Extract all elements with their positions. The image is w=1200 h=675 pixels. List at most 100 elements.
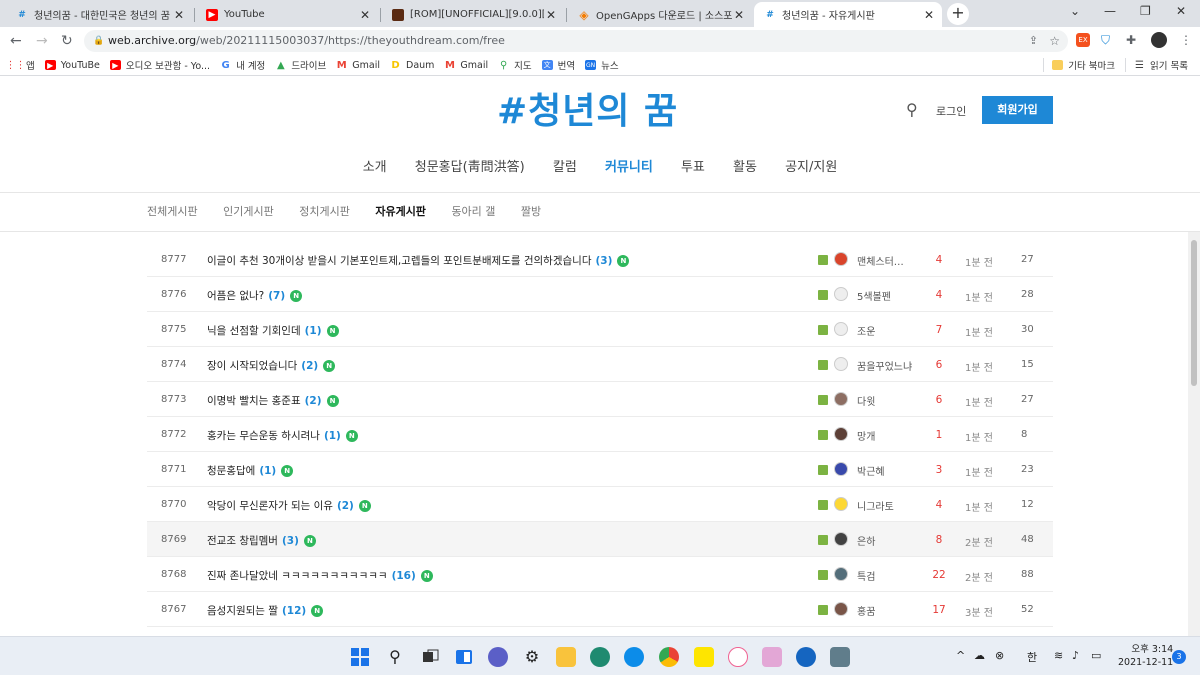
shield-icon[interactable]: ⛉ [1101, 33, 1110, 48]
app-arrow-icon[interactable] [796, 647, 816, 667]
star-icon[interactable]: ☆ [1049, 30, 1060, 52]
author-nickname[interactable]: 조운 [857, 323, 919, 338]
author-nickname[interactable]: 박근혜 [857, 463, 919, 478]
chevron-up-icon[interactable]: ^ [956, 649, 965, 662]
edge-icon[interactable] [624, 647, 644, 667]
post-title[interactable]: 닉을 선점할 기회인데 [207, 325, 301, 337]
site-logo[interactable]: #청년의 꿈 [497, 82, 678, 134]
table-row[interactable]: 8767 음성지원되는 짤 (12) N 홍꿈 17 3분 전 52 [147, 592, 1053, 627]
address-bar[interactable]: 🔒 web.archive.org/web/20211115003037/htt… [84, 30, 1068, 52]
post-title[interactable]: 장이 시작되었습니다 [207, 360, 297, 372]
bookmark-audio-library[interactable]: ▶ 오디오 보관함 - Yo... [109, 58, 210, 72]
nav-item-vote[interactable]: 투표 [681, 156, 705, 175]
close-icon[interactable]: ✕ [922, 8, 936, 22]
author-nickname[interactable]: 은하 [857, 533, 919, 548]
start-icon[interactable] [350, 647, 370, 667]
author-nickname[interactable]: 꿈을꾸었느냐 [857, 358, 919, 373]
wifi-icon[interactable]: ≋ [1054, 649, 1063, 662]
tab-all-boards[interactable]: 전체게시판 [147, 205, 198, 218]
settings-icon[interactable]: ⚙ [522, 647, 542, 667]
post-title-link[interactable]: 홍카는 무슨운동 하시려나 (1) N [207, 428, 358, 443]
post-title[interactable]: 홍카는 무슨운동 하시려나 [207, 430, 320, 442]
comment-count[interactable]: (2) [337, 500, 354, 512]
back-icon[interactable]: ← [10, 33, 22, 49]
post-title[interactable]: 이명박 빨치는 홍준표 [207, 395, 301, 407]
tab-politics-board[interactable]: 정치게시판 [299, 205, 350, 218]
table-row[interactable]: 8777 이글이 추천 30개이상 받을시 기본포인트제,고렙들의 포인트분배제도… [147, 242, 1053, 277]
close-icon[interactable]: ✕ [544, 8, 558, 22]
comment-count[interactable]: (2) [305, 395, 322, 407]
comment-count[interactable]: (12) [282, 605, 306, 617]
post-title-link[interactable]: 전교조 창립멤버 (3) N [207, 533, 316, 548]
nav-item-qa[interactable]: 청문홍답(靑問洪答) [415, 156, 525, 175]
tab-popular-board[interactable]: 인기게시판 [223, 205, 274, 218]
comment-count[interactable]: (7) [268, 290, 285, 302]
comment-count[interactable]: (3) [595, 255, 612, 267]
close-icon[interactable]: ✕ [172, 8, 186, 22]
author-nickname[interactable]: 5색볼펜 [857, 288, 919, 303]
tab-rom[interactable]: [ROM][UNOFFICIAL][9.0.0][r46][ ✕ [382, 2, 564, 27]
comment-count[interactable]: (3) [282, 535, 299, 547]
tab-club-gallery[interactable]: 동아리 갤 [451, 205, 495, 218]
nav-item-notice[interactable]: 공지/지원 [785, 156, 837, 175]
puzzle-icon[interactable]: ✚ [1126, 33, 1136, 47]
table-row[interactable]: 8768 진짜 존나달았네 ㅋㅋㅋㅋㅋㅋㅋㅋㅋㅋㅋ (16) N 특검 22 2분 전 88 [147, 557, 1053, 592]
bookmark-news[interactable]: GN 뉴스 [585, 58, 619, 72]
tab-opengapps[interactable]: ◈ OpenGApps 다운로드 | 소스포지 ✕ [568, 2, 752, 27]
minimize-icon[interactable]: — [1104, 4, 1116, 18]
tab-free-board[interactable]: 자유게시판 [375, 205, 426, 218]
post-title[interactable]: 악당이 무신론자가 되는 이유 [207, 500, 333, 512]
table-row[interactable]: 8770 악당이 무신론자가 되는 이유 (2) N 니그라토 4 1분 전 12 [147, 487, 1053, 522]
post-title[interactable]: 진짜 존나달았네 ㅋㅋㅋㅋㅋㅋㅋㅋㅋㅋㅋ [207, 570, 388, 582]
bookmark-daum[interactable]: D Daum [390, 60, 434, 71]
menu-icon[interactable]: ⋮ [1180, 33, 1192, 47]
comment-count[interactable]: (1) [324, 430, 341, 442]
bookmark-apps[interactable]: ⋮⋮ 앱 [6, 58, 35, 73]
kakaotalk-icon[interactable] [694, 647, 714, 667]
search-icon[interactable]: ⚲ [906, 100, 918, 119]
clock[interactable]: 오후 3:14 2021-12-11 [1118, 643, 1173, 669]
login-link[interactable]: 로그인 [936, 103, 966, 119]
table-row[interactable]: 8773 이명박 빨치는 홍준표 (2) N 다윗 6 1분 전 27 [147, 382, 1053, 417]
bookmark-youtube[interactable]: ▶ YouTuBe [44, 60, 100, 71]
new-tab-button[interactable]: + [947, 3, 969, 25]
close-icon[interactable]: ✕ [358, 8, 372, 22]
post-title-link[interactable]: 이명박 빨치는 홍준표 (2) N [207, 393, 339, 408]
tab-youtube[interactable]: ▶ YouTube ✕ [196, 2, 378, 27]
scrollbar[interactable] [1188, 232, 1200, 636]
bookmark-my-account[interactable]: G 내 계정 [220, 58, 265, 73]
tab-search-icon[interactable]: ⌄ [1070, 4, 1080, 18]
post-title-link[interactable]: 음성지원되는 짤 (12) N [207, 603, 324, 618]
comment-count[interactable]: (1) [305, 325, 322, 337]
table-row[interactable]: 8772 홍카는 무슨운동 하시려나 (1) N 망개 1 1분 전 8 [147, 417, 1053, 452]
post-title[interactable]: 청문홍답에 [207, 465, 255, 477]
table-row[interactable]: 8771 청문홍답에 (1) N 박근혜 3 1분 전 23 [147, 452, 1053, 487]
cloud-icon[interactable]: ☁ [974, 649, 985, 662]
author-nickname[interactable]: 홍꿈 [857, 603, 919, 618]
table-row[interactable]: 8776 어픔은 없나? (7) N 5색볼펜 4 1분 전 28 [147, 277, 1053, 312]
table-row[interactable]: 8769 전교조 창립멤버 (3) N 은하 8 2분 전 48 [147, 522, 1053, 557]
post-title-link[interactable]: 악당이 무신론자가 되는 이유 (2) N [207, 498, 371, 513]
task-view-icon[interactable] [420, 647, 440, 667]
post-title[interactable]: 전교조 창립멤버 [207, 535, 278, 547]
comment-count[interactable]: (2) [301, 360, 318, 372]
chrome-icon[interactable] [659, 647, 679, 667]
post-title-link[interactable]: 진짜 존나달았네 ㅋㅋㅋㅋㅋㅋㅋㅋㅋㅋㅋ (16) N [207, 568, 433, 583]
nav-item-intro[interactable]: 소개 [363, 156, 387, 175]
profile-avatar[interactable] [1151, 32, 1167, 48]
author-nickname[interactable]: 망개 [857, 428, 919, 443]
battery-icon[interactable]: ▭ [1091, 649, 1101, 662]
author-nickname[interactable]: 맨체스터… [857, 253, 919, 268]
bookmark-gmail-2[interactable]: M Gmail [444, 60, 488, 71]
app-tray-icon[interactable]: ⊗ [995, 649, 1004, 662]
tab-youth-dream-home[interactable]: # 청년의꿈 - 대한민국은 청년의 꿈 ✕ [6, 2, 192, 27]
table-row[interactable]: 8775 닉을 선점할 기회인데 (1) N 조운 7 1분 전 30 [147, 312, 1053, 347]
file-explorer-icon[interactable] [556, 647, 576, 667]
author-nickname[interactable]: 특검 [857, 568, 919, 583]
reload-icon[interactable]: ↻ [61, 33, 73, 49]
close-window-icon[interactable]: ✕ [1176, 4, 1186, 18]
post-title[interactable]: 이글이 추천 30개이상 받을시 기본포인트제,고렙들의 포인트분배제도를 건의… [207, 255, 591, 267]
forward-icon[interactable]: → [36, 33, 48, 49]
extension-ex-icon[interactable]: EX [1076, 33, 1090, 47]
post-title[interactable]: 어픔은 없나? [207, 290, 264, 302]
